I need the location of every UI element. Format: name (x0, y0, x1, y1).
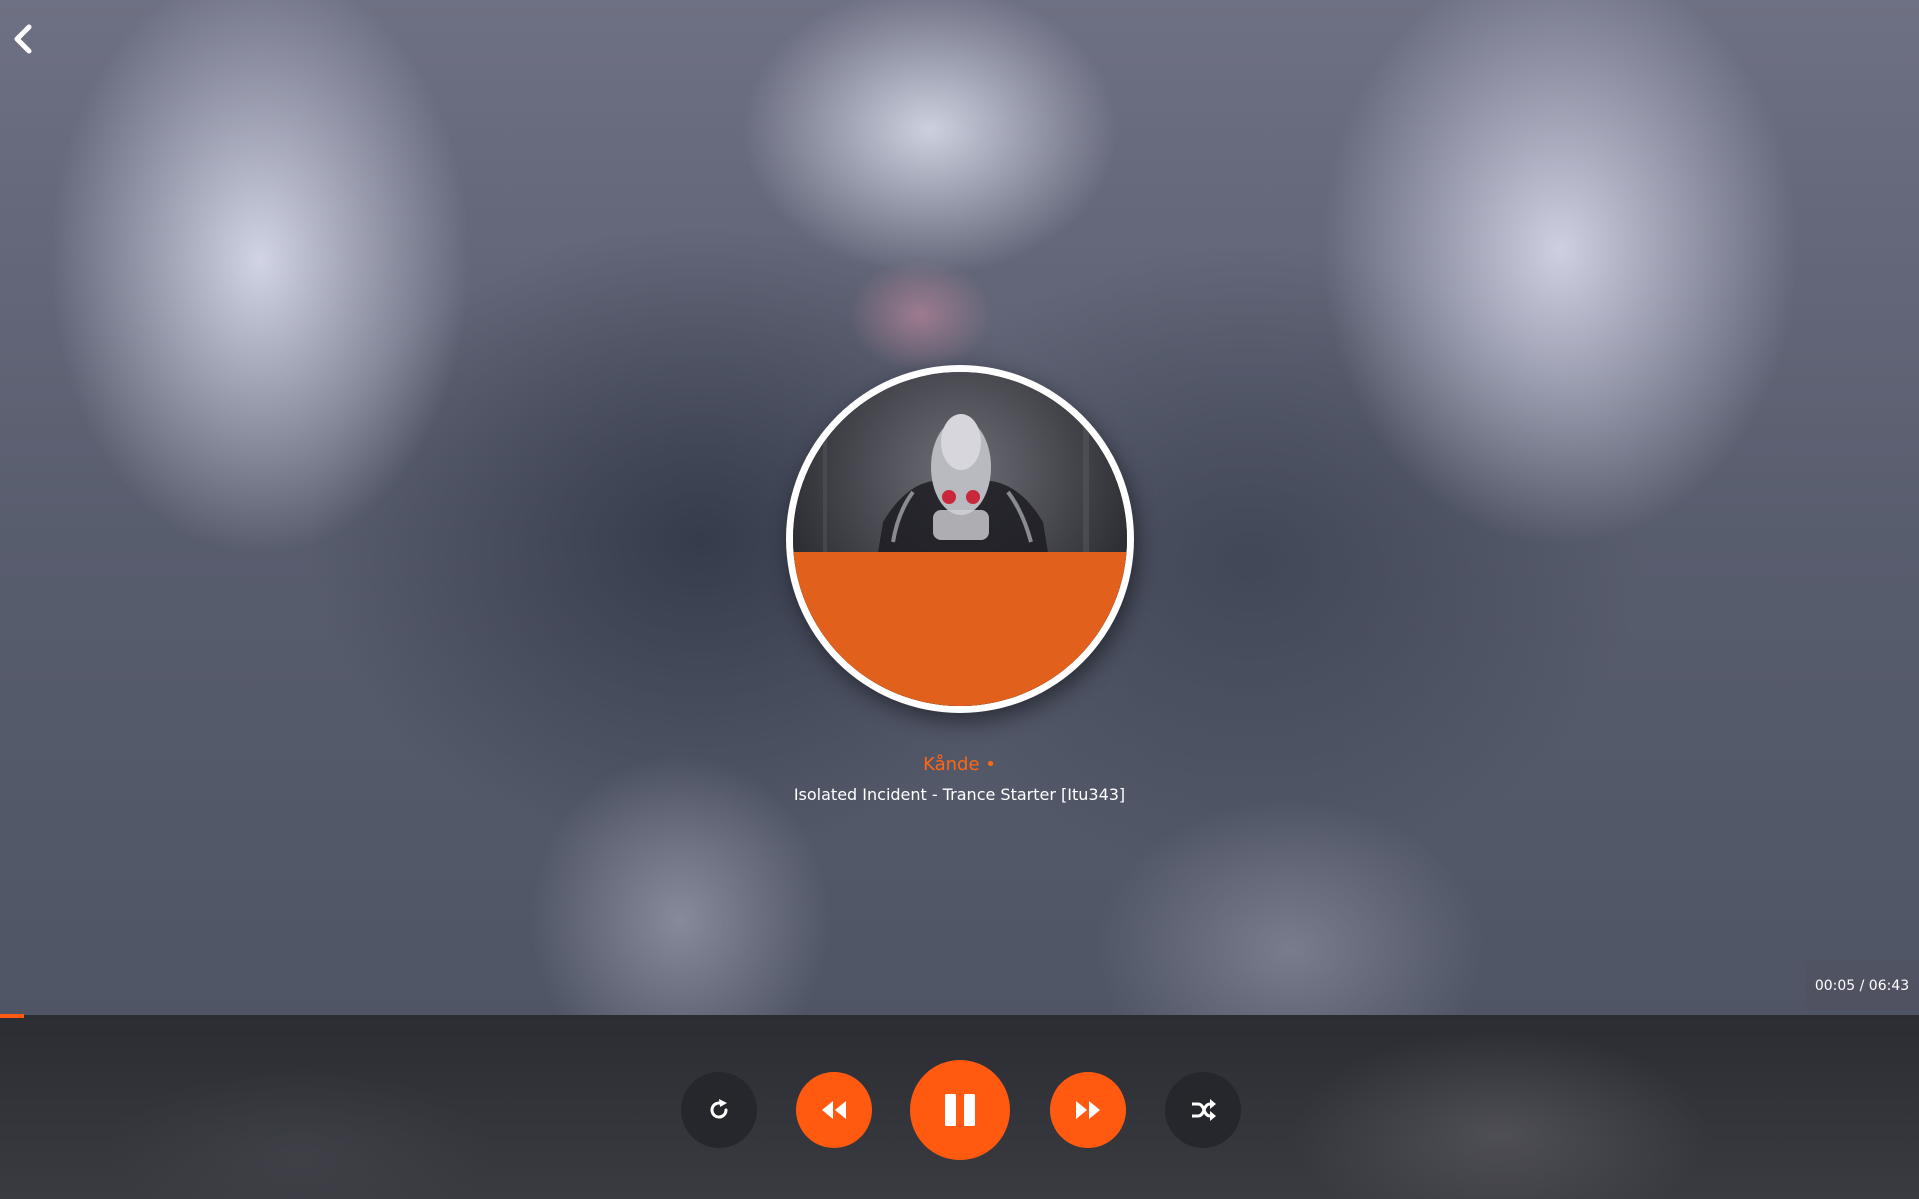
time-display: 00:05 / 06:43 (1805, 961, 1919, 1010)
album-art-frame (786, 365, 1134, 713)
rewind-icon (822, 1101, 846, 1119)
repeat-icon (710, 1099, 728, 1119)
next-button[interactable] (1050, 1072, 1126, 1148)
shuffle-icon (1192, 1099, 1216, 1121)
album-art (793, 372, 1127, 706)
shuffle-button[interactable] (1165, 1072, 1241, 1148)
pause-icon (945, 1094, 975, 1126)
track-title: Isolated Incident - Trance Starter [Itu3… (793, 785, 1126, 804)
artist-name: Kånde • (923, 754, 996, 775)
back-button[interactable] (10, 22, 36, 56)
previous-button[interactable] (796, 1072, 872, 1148)
chevron-left-icon (14, 24, 32, 54)
progress-bar[interactable] (0, 1014, 1919, 1018)
control-bar (0, 1015, 1919, 1199)
track-info: Kånde • Isolated Incident - Trance Start… (0, 752, 1919, 808)
player-screen: Kånde • Isolated Incident - Trance Start… (0, 0, 1919, 1199)
fast-forward-icon (1076, 1101, 1100, 1119)
album-art-overlay (793, 552, 1127, 706)
progress-fill (0, 1014, 24, 1018)
repeat-button[interactable] (681, 1072, 757, 1148)
pause-button[interactable] (910, 1060, 1010, 1160)
